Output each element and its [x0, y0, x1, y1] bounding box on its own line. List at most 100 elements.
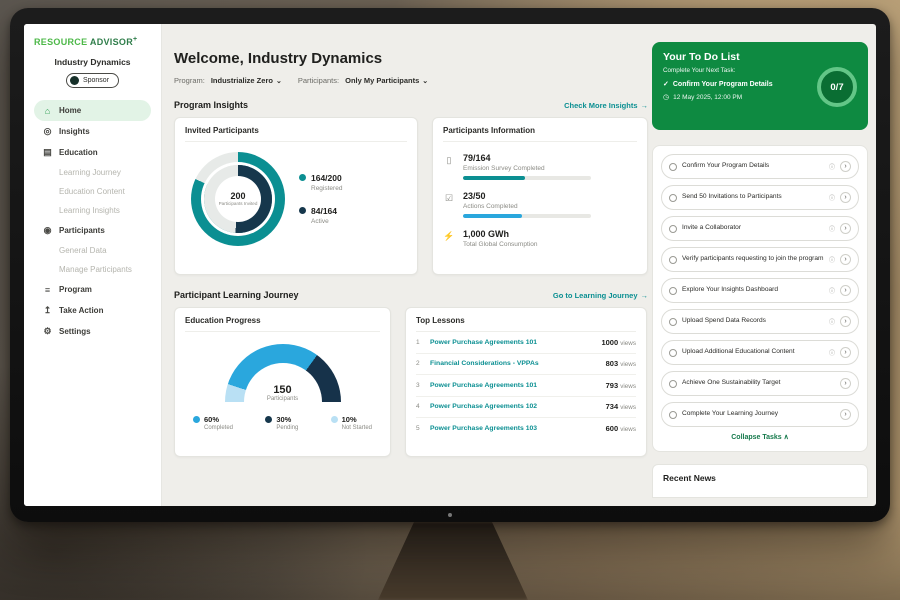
gauge-center-value: 150: [225, 384, 341, 396]
lesson-link[interactable]: Power Purchase Agreements 103: [430, 425, 600, 432]
sponsor-badge[interactable]: Sponsor: [66, 73, 119, 88]
legend-dot-active: [299, 207, 306, 214]
task-checkbox[interactable]: [669, 194, 677, 202]
task-checkbox[interactable]: [669, 411, 677, 419]
brand-resource: RESOURCE: [34, 37, 87, 47]
check-more-insights-link[interactable]: Check More Insights →: [564, 101, 648, 110]
task-go-button[interactable]: ›: [840, 192, 851, 203]
task-go-button[interactable]: ›: [840, 347, 851, 358]
program-icon: ≡: [42, 285, 53, 295]
info-icon[interactable]: ⓘ: [829, 317, 835, 326]
info-icon[interactable]: ⓘ: [829, 193, 835, 202]
insights-icon: ◎: [42, 126, 53, 137]
arrow-right-icon: →: [641, 291, 649, 300]
todo-task-item[interactable]: Verify participants requesting to join t…: [661, 247, 859, 272]
todo-task-item[interactable]: Achieve One Sustainability Target ⓘ ›: [661, 371, 859, 396]
task-go-button[interactable]: ›: [840, 409, 851, 420]
legend-label: Registered: [311, 185, 342, 192]
sidebar-item-learning-insights[interactable]: Learning Insights: [34, 201, 151, 220]
collapse-tasks-link[interactable]: Collapse Tasks ∧: [661, 433, 859, 441]
clock-icon: ◷: [663, 93, 669, 101]
info-icon[interactable]: ⓘ: [829, 162, 835, 171]
lesson-views: 803 views: [606, 359, 636, 368]
participants-filter-select[interactable]: Only My Participants ⌄: [345, 76, 428, 85]
donut-center-label: Participants Invited: [219, 201, 258, 207]
consumption-row: ⚡ 1,000 GWh Total Global Consumption: [443, 229, 637, 248]
todo-task-item[interactable]: Upload Additional Educational Content ⓘ …: [661, 340, 859, 365]
lesson-link[interactable]: Power Purchase Agreements 102: [430, 403, 600, 410]
task-go-button[interactable]: ›: [840, 285, 851, 296]
todo-task-item[interactable]: Explore Your Insights Dashboard ⓘ ›: [661, 278, 859, 303]
task-checkbox[interactable]: [669, 256, 677, 264]
todo-title: Your To Do List: [663, 51, 857, 63]
info-icon[interactable]: ⓘ: [829, 224, 835, 233]
sidebar-item-education-content[interactable]: Education Content: [34, 182, 151, 201]
lesson-link[interactable]: Financial Considerations - VPPAs: [430, 360, 600, 367]
sidebar-item-settings[interactable]: ⚙ Settings: [34, 321, 151, 342]
task-go-button[interactable]: ›: [840, 223, 851, 234]
lesson-views-label: views: [620, 426, 636, 433]
lesson-views-label: views: [620, 383, 636, 390]
program-filter-select[interactable]: Industrialize Zero ⌄: [211, 76, 282, 85]
task-checkbox[interactable]: [669, 380, 677, 388]
lesson-link[interactable]: Power Purchase Agreements 101: [430, 382, 600, 389]
learning-journey-title: Participant Learning Journey: [174, 290, 299, 300]
legend-item-not-started: 10% Not Started: [331, 415, 372, 431]
sidebar-item-insights[interactable]: ◎ Insights: [34, 121, 151, 142]
go-to-learning-journey-link[interactable]: Go to Learning Journey →: [553, 291, 648, 300]
chevron-right-icon: ›: [844, 380, 846, 387]
legend-item-active: 84/164 Active: [299, 206, 342, 225]
lesson-link[interactable]: Power Purchase Agreements 101: [430, 339, 595, 346]
task-checkbox[interactable]: [669, 287, 677, 295]
sidebar-item-learning-journey[interactable]: Learning Journey: [34, 163, 151, 182]
task-go-button[interactable]: ›: [840, 161, 851, 172]
gauge-center: 150 Participants: [225, 384, 341, 402]
todo-list-card: Confirm Your Program Details ⓘ › Send 50…: [652, 145, 868, 452]
collapse-chevron-icon: ∧: [784, 434, 789, 441]
dashboard-screen: RESOURCE ADVISOR+ Industry Dynamics Spon…: [24, 24, 876, 506]
sidebar-item-home[interactable]: ⌂ Home: [34, 100, 151, 121]
todo-task-item[interactable]: Invite a Collaborator ⓘ ›: [661, 216, 859, 241]
todo-next-task[interactable]: ✓ Confirm Your Program Details: [663, 80, 813, 88]
sidebar-item-manage-participants[interactable]: Manage Participants: [34, 260, 151, 279]
info-icon[interactable]: ⓘ: [829, 286, 835, 295]
task-checkbox[interactable]: [669, 318, 677, 326]
sidebar-item-label: Settings: [59, 327, 91, 336]
sponsor-badge-wrap: Sponsor: [34, 72, 151, 90]
program-insights-title: Program Insights: [174, 100, 248, 110]
lesson-rank: 5: [416, 425, 424, 432]
task-go-button[interactable]: ›: [840, 378, 851, 389]
todo-task-item[interactable]: Confirm Your Program Details ⓘ ›: [661, 154, 859, 179]
education-gauge: 150 Participants: [225, 344, 341, 402]
task-checkbox[interactable]: [669, 163, 677, 171]
todo-task-item[interactable]: Complete Your Learning Journey ⓘ ›: [661, 402, 859, 427]
sidebar-item-participants[interactable]: ◉ Participants: [34, 220, 151, 241]
sidebar-item-general-data[interactable]: General Data: [34, 241, 151, 260]
todo-task-item[interactable]: Send 50 Invitations to Participants ⓘ ›: [661, 185, 859, 210]
todo-task-item[interactable]: Upload Spend Data Records ⓘ ›: [661, 309, 859, 334]
recent-news-title: Recent News: [663, 473, 716, 483]
actions-progress-track: [463, 214, 591, 218]
lesson-views: 600 views: [606, 424, 636, 433]
education-icon: ▤: [42, 147, 53, 158]
info-icon[interactable]: ⓘ: [829, 348, 835, 357]
task-go-button[interactable]: ›: [840, 316, 851, 327]
program-filter-label: Program:: [174, 76, 205, 85]
task-checkbox[interactable]: [669, 349, 677, 357]
info-icon[interactable]: ⓘ: [829, 255, 835, 264]
learning-cards-row: Education Progress 150 Participants: [174, 307, 648, 457]
sidebar-nav: ⌂ Home ◎ Insights ▤ Education: [34, 100, 151, 342]
insights-cards-row: Invited Participants 200 Participants In…: [174, 117, 648, 275]
sidebar-item-label: Program: [59, 285, 92, 294]
sidebar-item-label: Manage Participants: [59, 265, 132, 274]
todo-column: Your To Do List Complete Your Next Task:…: [652, 42, 868, 498]
sidebar-item-take-action[interactable]: ↥ Take Action: [34, 300, 151, 321]
task-label: Achieve One Sustainability Target: [682, 379, 835, 387]
sidebar-item-program[interactable]: ≡ Program: [34, 279, 151, 300]
task-checkbox[interactable]: [669, 225, 677, 233]
top-lessons-card: Top Lessons 1 Power Purchase Agreements …: [405, 307, 647, 457]
sidebar-item-education[interactable]: ▤ Education: [34, 142, 151, 163]
task-go-button[interactable]: ›: [840, 254, 851, 265]
check-icon: ✓: [663, 80, 669, 88]
lesson-views-label: views: [620, 361, 636, 368]
